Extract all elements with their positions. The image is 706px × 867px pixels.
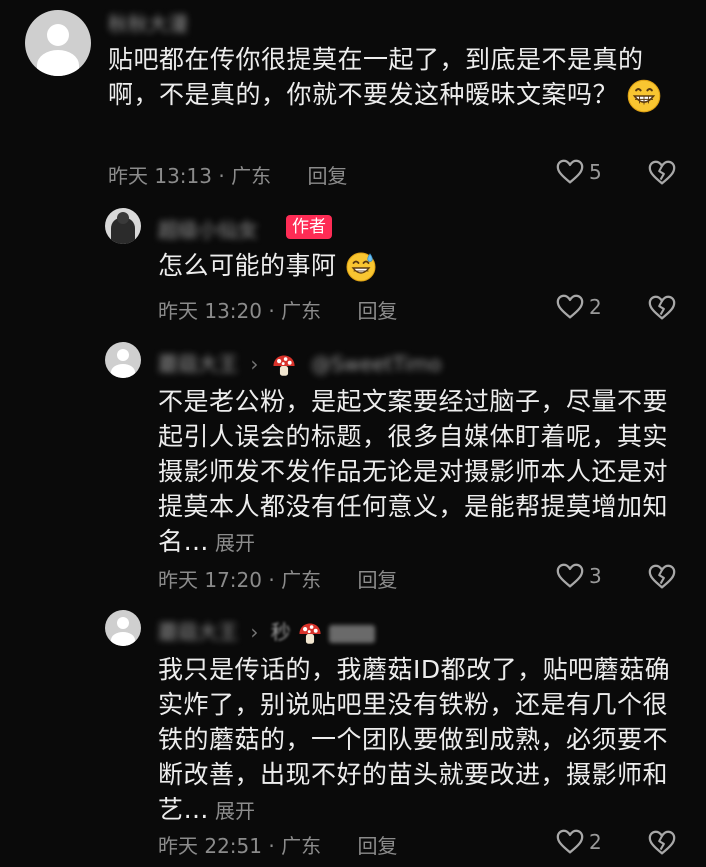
comment-meta: 昨天 17:20 · 广东 回复: [158, 564, 397, 593]
author-badge: 作者: [286, 215, 332, 239]
heart-outline-icon: [555, 561, 585, 591]
comment-text: 我只是传话的，我蘑菇ID都改了，贴吧蘑菇确实炸了，别说贴吧里没有铁粉，还是有几个…: [158, 652, 678, 829]
mushroom-icon: [271, 353, 297, 379]
username[interactable]: 蘑菇大王: [158, 620, 238, 644]
like-count: 2: [589, 830, 602, 854]
broken-heart-icon[interactable]: [647, 562, 677, 592]
avatar[interactable]: [105, 208, 141, 244]
broken-heart-icon[interactable]: [647, 828, 677, 858]
expand-button[interactable]: 展开: [215, 799, 255, 823]
like-button[interactable]: 5: [555, 157, 602, 187]
heart-outline-icon: [555, 292, 585, 322]
redacted-text: [329, 624, 376, 643]
reply-button[interactable]: 回复: [357, 299, 397, 323]
comment-meta: 昨天 13:20 · 广东 回复: [158, 295, 397, 324]
avatar[interactable]: [105, 610, 141, 646]
comment-text: 贴吧都在传你很提莫在一起了，到底是不是真的啊，不是真的，你就不要发这种暧昧文案吗…: [108, 42, 678, 114]
like-count: 2: [589, 295, 602, 319]
heart-outline-icon: [555, 827, 585, 857]
sweat-smile-emoji-icon: [345, 251, 377, 283]
like-button[interactable]: 3: [555, 561, 602, 591]
reply-header: 蘑菇大王 › @SweetTimo: [158, 348, 441, 379]
username[interactable]: 秋秋大漫: [108, 8, 188, 37]
timestamp-location: 昨天 22:51 · 广东: [158, 834, 322, 858]
comment-item: 蘑菇大王 › @SweetTimo 不是老公粉，是起文案要经过脑子，尽量不要起引…: [0, 338, 706, 603]
like-count: 5: [589, 160, 602, 184]
reply-target[interactable]: @SweetTimo: [311, 352, 441, 376]
timestamp-location: 昨天 17:20 · 广东: [158, 568, 322, 592]
like-count: 3: [589, 564, 602, 588]
username[interactable]: 蘑菇大王: [158, 352, 238, 376]
comment-meta: 昨天 13:13 · 广东 回复: [108, 160, 347, 189]
comment-text: 不是老公粉，是起文案要经过脑子，尽量不要起引人误会的标题，很多自媒体盯着呢，其实…: [158, 384, 678, 561]
username[interactable]: 超级小仙女: [158, 214, 258, 243]
reply-button[interactable]: 回复: [357, 834, 397, 858]
broken-heart-icon[interactable]: [647, 158, 677, 188]
comment-item: 超级小仙女 作者 怎么可能的事阿 昨天 13:20 · 广东 回复 2: [0, 200, 706, 335]
expand-button[interactable]: 展开: [215, 531, 255, 555]
comment-item: 秋秋大漫 贴吧都在传你很提莫在一起了，到底是不是真的啊，不是真的，你就不要发这种…: [0, 0, 706, 195]
timestamp-location: 昨天 13:20 · 广东: [158, 299, 322, 323]
broken-heart-icon[interactable]: [647, 293, 677, 323]
grin-emoji-icon: [626, 78, 662, 114]
like-button[interactable]: 2: [555, 827, 602, 857]
reply-button[interactable]: 回复: [357, 568, 397, 592]
comment-text-content: 贴吧都在传你很提莫在一起了，到底是不是真的啊，不是真的，你就不要发这种暧昧文案吗…: [108, 45, 644, 109]
reply-target[interactable]: 秒: [271, 620, 291, 644]
comment-meta: 昨天 22:51 · 广东 回复: [158, 830, 397, 859]
reply-button[interactable]: 回复: [307, 164, 347, 188]
avatar[interactable]: [25, 10, 91, 76]
mushroom-icon: [297, 621, 323, 647]
reply-header: 蘑菇大王 › 秒: [158, 616, 376, 647]
like-button[interactable]: 2: [555, 292, 602, 322]
heart-outline-icon: [555, 157, 585, 187]
comment-text-content: 怎么可能的事阿: [158, 251, 337, 280]
avatar[interactable]: [105, 342, 141, 378]
comment-item: 蘑菇大王 › 秒 我只是传话的，我蘑菇ID都改了，贴吧蘑菇确实炸了，别说贴吧里没…: [0, 606, 706, 867]
timestamp-location: 昨天 13:13 · 广东: [108, 164, 272, 188]
comment-text: 怎么可能的事阿: [158, 248, 668, 283]
